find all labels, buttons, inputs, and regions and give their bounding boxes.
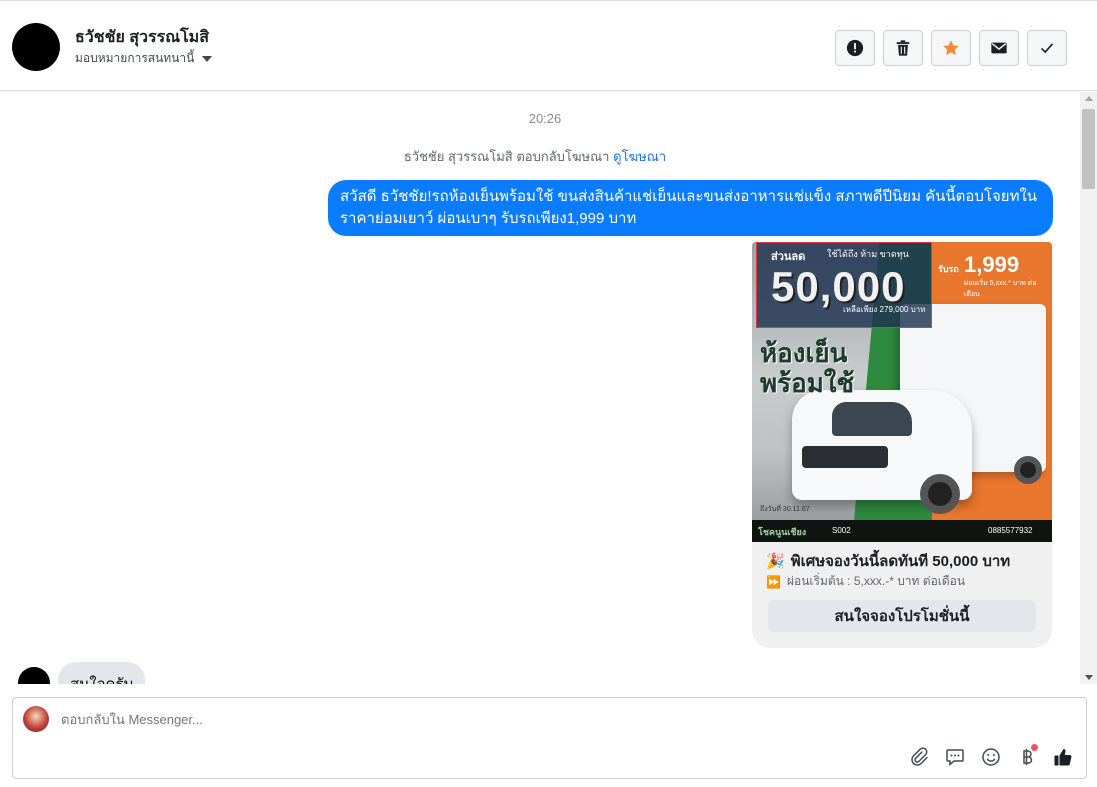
promo-date: ถึงวันที่ 30.11.67 (760, 506, 810, 513)
message-composer[interactable] (12, 697, 1087, 779)
outgoing-message-bubble[interactable]: สวัสดี ธวัชชัย!รถห้องเย็นพร้อมใช้ ขนส่งส… (328, 180, 1053, 236)
thread-scrollbar[interactable] (1080, 92, 1097, 684)
dealer-phone: 0885577932 (988, 526, 1033, 535)
dealer-brand: โชคนูนเชียง (758, 527, 807, 537)
scroll-up-arrow-icon[interactable] (1085, 96, 1093, 101)
book-promotion-button[interactable]: สนใจจองโปรโมชั่นนี้ (768, 600, 1036, 632)
trash-icon (896, 40, 910, 56)
headline-line-2: พร้อมใช้ (760, 368, 855, 398)
delete-button[interactable] (883, 30, 923, 66)
promo-subtitle: ⏩ ผ่อนเริ่มต้น : 5,xxx.-* บาท ต่อเดือน (766, 572, 965, 591)
reply-input[interactable] (61, 712, 961, 727)
message-thread[interactable]: 20:26 ธวัชชัย สุวรรณโมสิ ตอบกลับโฆษณา ดู… (0, 92, 1097, 684)
image-footer-bar: โชคนูนเชียง S002 0885577932 (752, 520, 1052, 542)
paperclip-icon (911, 747, 928, 766)
conversation-header: ธวัชชัย สุวรรณโมสิ มอบหมายการสนทนานี้ (0, 3, 1097, 91)
contact-avatar[interactable] (12, 23, 60, 71)
page-avatar (23, 706, 49, 732)
fast-forward-icon: ⏩ (766, 574, 781, 589)
promo-title-text: พิเศษจองวันนี้ลดทันที 50,000 บาท (790, 553, 1011, 570)
mark-unread-button[interactable] (979, 30, 1019, 66)
header-actions (835, 30, 1067, 66)
thumbs-up-icon (1054, 749, 1072, 766)
notification-dot (1031, 744, 1038, 751)
promo-card-image[interactable]: ส่วนลด ใช้ได้ถึง ห้าม ขาดทุน 50,000 เหลื… (752, 242, 1052, 542)
discount-remaining: เหลือเพียง 279,000 บาท (843, 305, 926, 314)
message-timestamp: 20:26 (528, 111, 562, 126)
saved-replies-button[interactable] (944, 746, 966, 768)
like-button[interactable] (1052, 746, 1074, 768)
mark-done-button[interactable] (1027, 30, 1067, 66)
speech-bubble-icon (946, 749, 964, 767)
star-button[interactable] (931, 30, 971, 66)
headline-line-1: ห้องเย็น (760, 338, 848, 368)
star-icon (943, 40, 959, 56)
assign-label: มอบหมายการสนทนานี้ (75, 51, 195, 65)
view-ad-link[interactable]: ดูโฆษณา (613, 149, 666, 164)
emoji-button[interactable] (980, 746, 1002, 768)
promo-title: 🎉 พิเศษจองวันนี้ลดทันที 50,000 บาท (766, 549, 1010, 573)
attach-button[interactable] (908, 746, 930, 768)
contact-avatar-small (18, 667, 50, 684)
messenger-conversation-view: ธวัชชัย สุวรรณโมสิ มอบหมายการสนทนานี้ 20… (0, 0, 1097, 787)
promo-subtitle-text: ผ่อนเริ่มต้น : 5,xxx.-* บาท ต่อเดือน (786, 574, 966, 588)
truck-rear-wheel (1014, 456, 1042, 484)
truck-front-wheel (920, 474, 960, 514)
ad-reply-note: ธวัชชัย สุวรรณโมสิ ตอบกลับโฆษณา ดูโฆษณา (0, 146, 1070, 167)
caret-down-icon (202, 56, 213, 62)
scroll-down-arrow-icon[interactable] (1085, 675, 1093, 680)
assign-conversation-dropdown[interactable]: มอบหมายการสนทนานี้ (75, 49, 213, 68)
scrollbar-thumb[interactable] (1082, 109, 1095, 189)
contact-name[interactable]: ธวัชชัย สุวรรณโมสิ (75, 25, 209, 50)
truck-windshield (832, 402, 912, 436)
emoji-icon (982, 748, 1000, 766)
promo-card[interactable]: ส่วนลด ใช้ได้ถึง ห้าม ขาดทุน 50,000 เหลื… (752, 242, 1052, 648)
incoming-message-bubble[interactable]: สนใจครับ (58, 662, 146, 684)
composer-toolbar (908, 744, 1074, 768)
image-headline: ห้องเย็น พร้อมใช้ (760, 338, 854, 398)
payment-request-button[interactable] (1016, 744, 1038, 768)
truck-grille (802, 446, 888, 468)
envelope-icon (991, 42, 1007, 54)
alert-circle-icon (846, 39, 864, 57)
ad-reply-text: ธวัชชัย สุวรรณโมสิ ตอบกลับโฆษณา (403, 149, 610, 164)
installment-note: ผ่อนเริ่ม 5,xxx.* บาท ต่อเดือน (964, 280, 1037, 298)
mark-spam-button[interactable] (835, 30, 875, 66)
party-popper-icon: 🎉 (766, 553, 785, 570)
check-icon (1041, 43, 1054, 54)
down-payment-amount: 1,999 (964, 252, 1020, 277)
down-payment-label: รับรถ (938, 264, 959, 274)
stock-code: S002 (832, 526, 851, 535)
discount-panel: ส่วนลด ใช้ได้ถึง ห้าม ขาดทุน 50,000 เหลื… (756, 242, 932, 328)
discount-note: ใช้ได้ถึง ห้าม ขาดทุน (827, 249, 909, 259)
